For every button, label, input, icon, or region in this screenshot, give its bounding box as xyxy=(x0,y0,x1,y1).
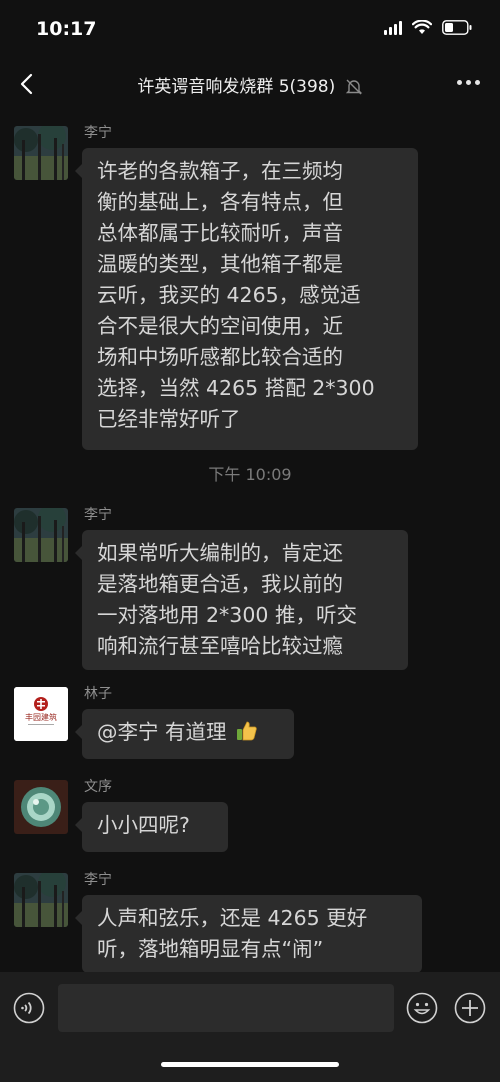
avatar[interactable] xyxy=(14,126,68,180)
avatar[interactable] xyxy=(14,780,68,834)
chat-title: 许英谔音响发烧群 5(398) xyxy=(0,72,500,97)
emoji-icon[interactable] xyxy=(406,992,438,1024)
message-line: 如果常听大编制的，肯定还 xyxy=(97,541,343,565)
chat-title-text: 许英谔音响发烧群 5(398) xyxy=(137,77,336,97)
message-line: 响和流行甚至嘻哈比较过瘾 xyxy=(97,634,343,658)
plus-icon[interactable] xyxy=(454,992,486,1024)
thumbs-up-icon xyxy=(237,721,257,741)
bell-muted-icon xyxy=(345,79,362,95)
message-line: 温暖的类型，其他箱子都是 xyxy=(97,252,343,276)
message-line: 衡的基础上，各有特点，但 xyxy=(97,190,343,214)
sender-name: 文序 xyxy=(84,779,112,795)
avatar[interactable] xyxy=(14,873,68,927)
status-icons xyxy=(384,20,472,35)
chat-header: 许英谔音响发烧群 5(398) xyxy=(0,62,500,108)
message-input[interactable] xyxy=(58,984,394,1032)
sender-name: 林子 xyxy=(84,686,112,702)
sender-name: 李宁 xyxy=(84,872,112,888)
message-line: 场和中场听感都比较合适的 xyxy=(97,345,343,369)
avatar-brand-text: 丰园建筑 xyxy=(25,713,57,722)
message-line: 一对落地用 2*300 推，听交 xyxy=(97,603,357,627)
message-bubble[interactable]: @李宁 有道理 xyxy=(75,709,294,759)
status-bar: 10:17 xyxy=(0,0,500,60)
message-bubble[interactable]: 小小四呢? xyxy=(75,802,228,852)
battery-icon xyxy=(442,20,472,35)
signal-icon xyxy=(384,20,402,35)
message-bubble[interactable]: 如果常听大编制的，肯定还 是落地箱更合适，我以前的 一对落地用 2*300 推，… xyxy=(75,530,408,670)
message-bubble[interactable]: 许老的各款箱子，在三频均 衡的基础上，各有特点，但 总体都属于比较耐听，声音 温… xyxy=(75,148,418,450)
home-indicator xyxy=(161,1062,339,1067)
message-line: 人声和弦乐，还是 4265 更好 xyxy=(97,906,368,930)
wifi-icon xyxy=(412,20,432,34)
avatar[interactable] xyxy=(14,508,68,562)
message-line: 许老的各款箱子，在三频均 xyxy=(97,159,343,183)
avatar[interactable]: 丰园建筑 xyxy=(14,687,68,741)
message-line: 总体都属于比较耐听，声音 xyxy=(97,221,343,245)
message-line: 已经非常好听了 xyxy=(97,407,241,431)
voice-input-icon[interactable] xyxy=(13,992,45,1024)
message-line: 听，落地箱明显有点“闹” xyxy=(97,937,324,961)
message-bubble[interactable]: 人声和弦乐，还是 4265 更好 听，落地箱明显有点“闹” xyxy=(75,895,422,973)
message-line: 选择，当然 4265 搭配 2*300 xyxy=(97,376,375,400)
message-line: 小小四呢? xyxy=(97,813,190,837)
timestamp: 下午 10:09 xyxy=(208,465,292,484)
message-line: 合不是很大的空间使用，近 xyxy=(97,314,343,338)
status-time: 10:17 xyxy=(36,18,97,40)
message-line: 云听，我买的 4265，感觉适 xyxy=(97,283,361,307)
message-line: 是落地箱更合适，我以前的 xyxy=(97,572,343,596)
message-line: @李宁 有道理 xyxy=(97,720,227,744)
sender-name: 李宁 xyxy=(84,125,112,141)
more-dots-icon[interactable] xyxy=(457,80,480,85)
sender-name: 李宁 xyxy=(84,507,112,523)
